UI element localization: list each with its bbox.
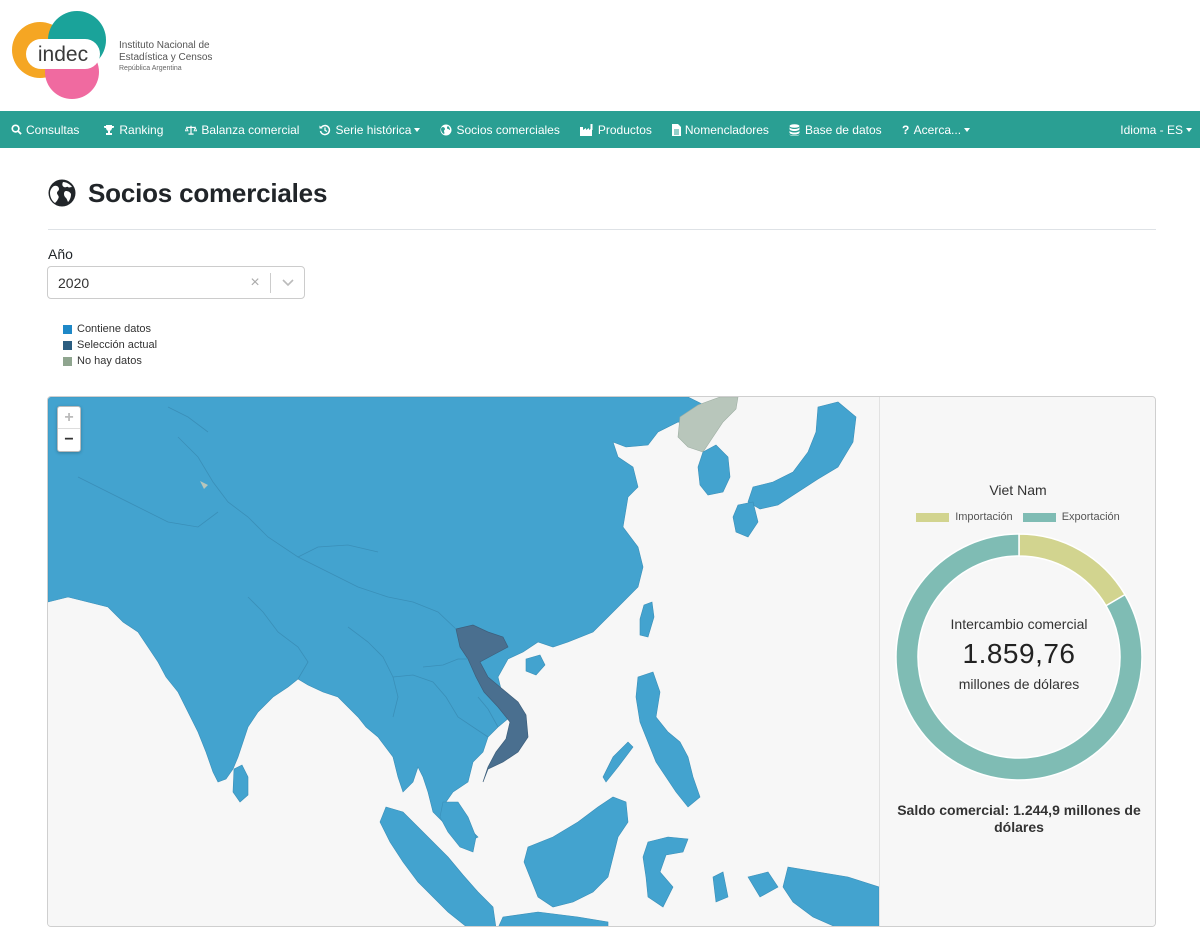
nav-productos[interactable]: Productos (570, 111, 662, 148)
nav-acerca-label: Acerca... (913, 122, 962, 137)
institution-line3: República Argentina (119, 65, 182, 72)
nav-socios-comerciales[interactable]: Socios comerciales (430, 111, 569, 148)
legend-label: Contiene datos (77, 323, 151, 335)
center-value: 1.859,76 (962, 638, 1076, 669)
logo-wordmark: indec (38, 43, 88, 66)
legend-export-label[interactable]: Exportación (1062, 511, 1120, 523)
brand-header: indec Instituto Nacional de Estadística … (0, 0, 1200, 111)
center-unit: millones de dólares (958, 676, 1080, 692)
legend-item-contiene-datos: Contiene datos (63, 321, 157, 337)
nav-socios-label: Socios comerciales (456, 122, 560, 137)
year-select[interactable]: 2020 × (47, 266, 305, 299)
nav-serie-label: Serie histórica (335, 122, 412, 137)
search-icon (10, 124, 22, 136)
legend-import-label[interactable]: Importación (955, 511, 1012, 523)
zoom-control: + − (57, 406, 81, 452)
chevron-down-icon (1186, 127, 1192, 132)
chevron-down-icon[interactable] (271, 278, 304, 287)
year-select-value: 2020 (58, 274, 90, 291)
database-icon (789, 123, 801, 136)
donut-legend: Importación Exportación (880, 511, 1155, 523)
year-label: Año (48, 246, 73, 262)
trophy-icon (103, 124, 115, 136)
world-map[interactable]: + − (48, 397, 879, 926)
globe-icon (48, 179, 76, 207)
chevron-down-icon (964, 127, 971, 132)
title-divider (48, 229, 1156, 230)
nav-consultas-label: Consultas (26, 122, 80, 137)
language-label: Idioma - ES (1120, 122, 1183, 137)
legend-item-no-hay-datos: No hay datos (63, 353, 157, 369)
legend-swatch (63, 340, 72, 350)
nav-acerca[interactable]: ? Acerca... (892, 111, 980, 148)
nav-ranking[interactable]: Ranking (89, 111, 173, 148)
country-detail-panel: Viet Nam Importación Exportación Interca… (879, 397, 1155, 926)
zoom-out-button[interactable]: − (58, 429, 80, 451)
donut-center: Intercambio comercial 1.859,76 millones … (894, 532, 1144, 782)
history-icon (319, 124, 331, 136)
legend-swatch (63, 356, 72, 366)
institution-name: Instituto Nacional de Estadística y Cens… (119, 40, 212, 74)
map-card: + − Viet Nam Importación Exportación Int… (47, 396, 1156, 927)
clear-icon[interactable]: × (240, 274, 270, 292)
page-title: Socios comerciales (88, 177, 328, 208)
country-name: Viet Nam (989, 482, 1047, 498)
map-legend: Contiene datos Selección actual No hay d… (63, 321, 157, 369)
legend-swatch-export (1022, 512, 1056, 522)
question-icon: ? (902, 122, 910, 137)
nav-serie-historica[interactable]: Serie histórica (309, 111, 430, 148)
legend-item-seleccion-actual: Selección actual (63, 337, 157, 353)
page-header: Socios comerciales (48, 175, 327, 211)
map-svg (48, 397, 879, 926)
nav-nomencladores-label: Nomencladores (684, 122, 769, 137)
nav-balanza-label: Balanza comercial (201, 122, 300, 137)
institution-line2: Estadística y Censos (119, 52, 213, 63)
nav-nomencladores[interactable]: Nomencladores (662, 111, 779, 148)
legend-swatch (63, 324, 72, 334)
nav-base-label: Base de datos (804, 122, 882, 137)
nav-ranking-label: Ranking (119, 122, 164, 137)
legend-label: No hay datos (77, 355, 142, 367)
nav-base-de-datos[interactable]: Base de datos (779, 111, 892, 148)
nav-consultas[interactable]: Consultas (0, 111, 89, 148)
chevron-down-icon (414, 127, 421, 132)
nav-productos-label: Productos (597, 122, 652, 137)
file-icon (671, 123, 681, 136)
zoom-in-button[interactable]: + (58, 407, 80, 429)
balance-scale-icon (185, 124, 198, 136)
center-label: Intercambio comercial (950, 616, 1088, 632)
indec-logo[interactable]: indec (12, 10, 112, 100)
legend-swatch-import (916, 512, 950, 522)
nav-balanza-comercial[interactable]: Balanza comercial (173, 111, 309, 148)
main-navbar: Consultas Ranking Balanza comercial Seri… (0, 111, 1200, 148)
saldo-comercial: Saldo comercial: 1.244,9 millones de dól… (897, 802, 1141, 835)
language-selector[interactable]: Idioma - ES (1110, 111, 1200, 148)
legend-label: Selección actual (77, 339, 158, 351)
globe-icon (440, 124, 452, 136)
institution-line1: Instituto Nacional de (119, 40, 210, 51)
industry-icon (579, 123, 594, 136)
